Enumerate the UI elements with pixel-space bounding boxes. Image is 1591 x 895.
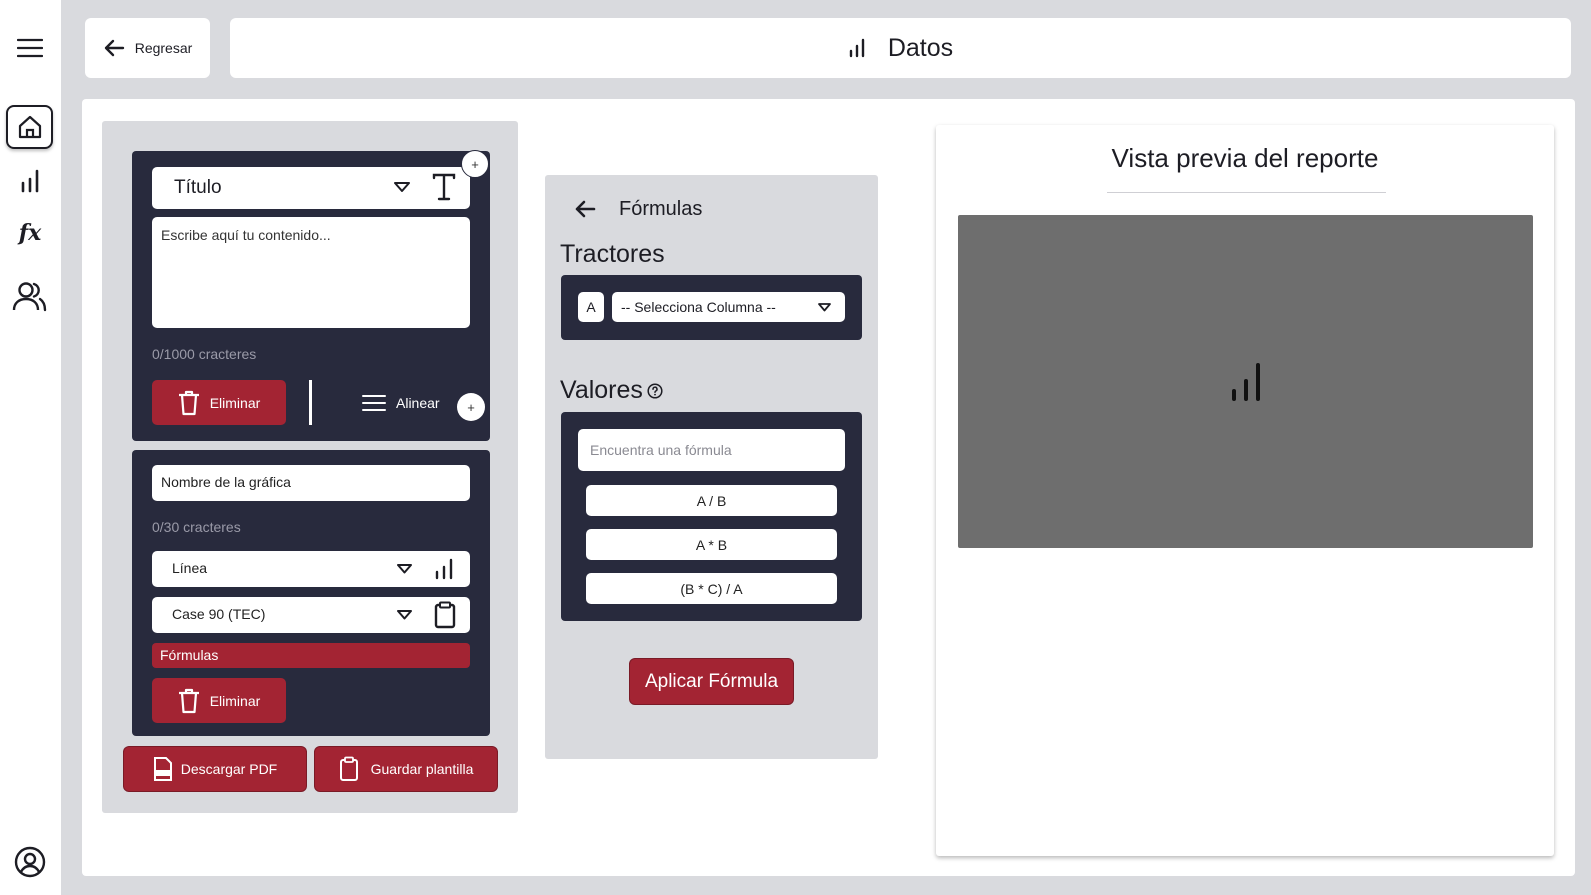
download-pdf-button[interactable]: Descargar PDF [124,747,306,791]
chart-name-input[interactable]: Nombre de la gráfica [152,465,470,501]
text-format-icon [432,173,456,201]
formulas-back-button[interactable] [570,196,600,222]
text-type-value: Título [174,177,222,198]
pdf-file-icon [153,756,173,782]
formulas-tab-label: Fórmulas [160,647,219,663]
arrow-left-icon [574,200,596,218]
save-template-label: Guardar plantilla [370,761,474,777]
download-pdf-label: Descargar PDF [180,761,278,777]
divider [309,380,312,425]
formulas-tab[interactable]: Fórmulas [152,643,470,668]
align-label: Alinear [396,395,440,411]
delete-label: Eliminar [209,394,261,411]
formula-option[interactable]: (B * C) / A [586,573,837,604]
apply-formula-button[interactable]: Aplicar Fórmula [630,659,793,704]
help-icon[interactable] [647,383,663,399]
chart-type-select[interactable]: Línea [152,551,470,587]
tractores-heading: Tractores [560,240,665,268]
chart-char-count: 0/30 cracteres [152,519,241,535]
chevron-down-icon [397,564,412,574]
add-block-above-button[interactable]: + [461,150,489,178]
sidebar-item-charts[interactable] [14,166,46,196]
add-block-below-button[interactable]: + [457,393,485,421]
trash-icon [178,688,200,714]
function-fx-icon: fx [18,220,42,246]
delete-label: Eliminar [209,692,261,709]
chart-name-placeholder: Nombre de la gráfica [161,474,291,490]
sidebar-item-users[interactable] [10,278,50,314]
column-select[interactable]: -- Selecciona Columna -- [612,292,845,322]
account-button[interactable] [12,844,48,880]
data-source-select[interactable]: Case 90 (TEC) [152,597,470,633]
header-bar: Datos [230,18,1571,78]
align-button[interactable]: Alinear [362,388,446,418]
back-label: Regresar [134,40,193,56]
preview-title: Vista previa del reporte [1111,143,1379,173]
column-select-value: -- Selecciona Columna -- [621,299,776,315]
formula-option[interactable]: A / B [586,485,837,516]
formula-search-input[interactable]: Encuentra una fórmula [578,429,845,471]
menu-icon[interactable] [14,34,46,62]
bar-chart-icon [1230,362,1262,401]
chevron-down-icon [397,610,412,620]
clipboard-icon [434,601,456,629]
formula-search-placeholder: Encuentra una fórmula [590,442,732,458]
sidebar-item-formulas[interactable]: fx [12,218,48,248]
chevron-down-icon [394,182,410,193]
home-icon [17,114,43,140]
text-char-count: 0/1000 cracteres [152,346,257,362]
back-button[interactable]: Regresar [85,18,210,78]
text-type-select[interactable]: Título [152,167,470,209]
formula-option[interactable]: A * B [586,529,837,560]
clipboard-icon [339,756,359,782]
bar-chart-icon [848,38,866,58]
data-source-value: Case 90 (TEC) [172,606,266,622]
page-title: Datos [887,33,954,62]
chart-type-value: Línea [172,560,208,576]
content-textarea[interactable]: Escribe aquí tu contenido... [152,217,470,328]
sidebar-item-home[interactable] [6,105,53,149]
preview-title-underline [1107,192,1386,193]
users-icon [12,280,48,312]
bar-chart-icon [19,169,41,193]
column-badge: A [578,292,604,322]
align-lines-icon [362,394,386,412]
user-circle-icon [14,846,46,878]
trash-icon [178,390,200,416]
content-textarea-placeholder: Escribe aquí tu contenido... [161,227,331,243]
valores-heading: Valores [560,376,643,404]
apply-formula-label: Aplicar Fórmula [644,670,779,692]
arrow-left-icon [103,39,125,57]
sidebar: fx [0,0,61,895]
chart-preview-placeholder [958,215,1533,548]
chevron-down-icon [818,303,831,312]
formulas-panel-title: Fórmulas [619,198,703,220]
delete-text-block-button[interactable]: Eliminar [152,380,286,425]
bar-chart-icon [434,558,454,580]
save-template-button[interactable]: Guardar plantilla [315,747,497,791]
delete-chart-block-button[interactable]: Eliminar [152,678,286,723]
